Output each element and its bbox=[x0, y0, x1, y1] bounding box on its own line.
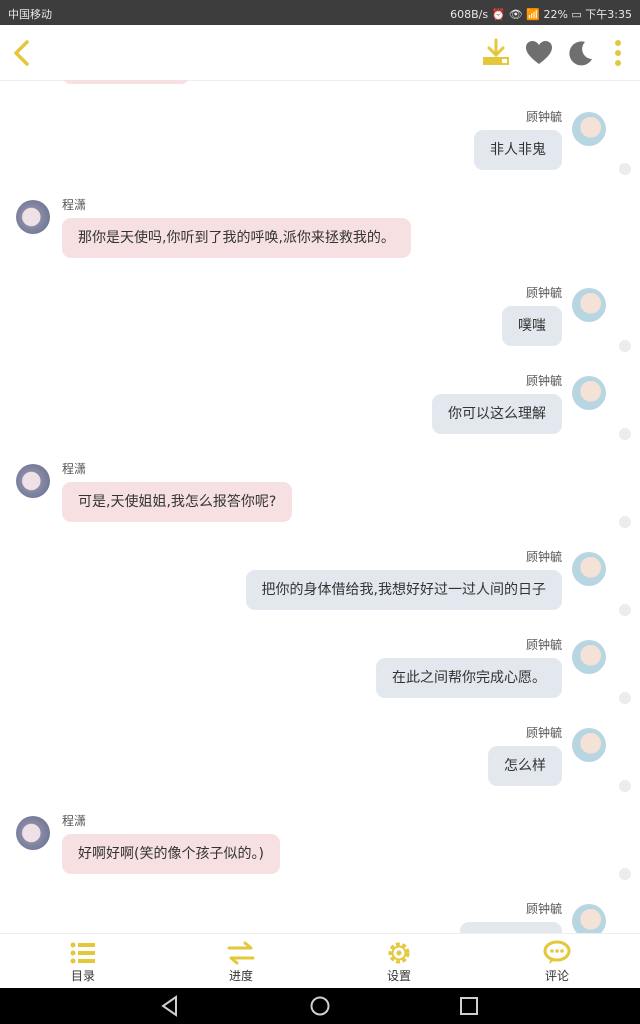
nav-item-comments[interactable]: 评论 bbox=[477, 934, 637, 989]
sender-name: 顾钟毓 bbox=[525, 110, 562, 124]
scroll-dot bbox=[619, 780, 631, 792]
avatar[interactable] bbox=[16, 200, 50, 234]
avatar[interactable] bbox=[572, 112, 606, 146]
sender-name: 顾钟毓 bbox=[525, 726, 562, 740]
avatar[interactable] bbox=[572, 552, 606, 586]
sender-name: 程潇 bbox=[62, 198, 87, 212]
chat-bubble-partial bbox=[62, 80, 190, 84]
avatar[interactable] bbox=[572, 288, 606, 322]
chat-bubble: 非人非鬼 bbox=[474, 130, 562, 170]
chat-bubble: 在此之间帮你完成心愿。 bbox=[376, 658, 562, 698]
sender-name: 顾钟毓 bbox=[525, 638, 562, 652]
bottom-nav: 目录 进度 设置 评论 bbox=[0, 933, 640, 989]
nav-label: 进度 bbox=[228, 969, 253, 983]
nav-item-settings[interactable]: 设置 bbox=[319, 934, 479, 989]
avatar[interactable] bbox=[16, 464, 50, 498]
comment-icon bbox=[543, 940, 571, 964]
avatar[interactable] bbox=[16, 816, 50, 850]
nav-item-progress[interactable]: 进度 bbox=[161, 934, 321, 989]
system-nav-bar bbox=[0, 988, 640, 1024]
chat-bubble: 把你的身体借给我,我想好好过一过人间的日子 bbox=[245, 570, 562, 610]
moon-icon[interactable] bbox=[562, 35, 598, 71]
carrier-label: 中国移动 bbox=[8, 8, 52, 21]
chat-bubble: 那你是天使吗,你听到了我的呼唤,派你来拯救我的。 bbox=[62, 218, 411, 258]
scroll-dot bbox=[619, 604, 631, 616]
scroll-dot bbox=[619, 516, 631, 528]
avatar[interactable] bbox=[572, 904, 606, 933]
chat-bubble: 你可以这么理解 bbox=[432, 394, 562, 434]
home-circle-icon[interactable] bbox=[308, 994, 332, 1018]
chat-bubble: 可是,天使姐姐,我怎么报答你呢? bbox=[62, 482, 293, 522]
back-icon[interactable] bbox=[4, 35, 40, 71]
sender-name: 顾钟毓 bbox=[525, 550, 562, 564]
top-bar bbox=[0, 25, 640, 81]
back-triangle-icon[interactable] bbox=[158, 994, 182, 1018]
sender-name: 程潇 bbox=[62, 462, 87, 476]
avatar[interactable] bbox=[572, 640, 606, 674]
status-icons-time: 608B/s ⏰ 👁 📶 22% ▭ 下午3:35 bbox=[450, 8, 632, 21]
sender-name: 顾钟毓 bbox=[525, 902, 562, 916]
sender-name: 顾钟毓 bbox=[525, 286, 562, 300]
download-icon[interactable] bbox=[478, 35, 514, 71]
recents-square-icon[interactable] bbox=[457, 994, 481, 1018]
heart-icon[interactable] bbox=[521, 35, 557, 71]
nav-label: 设置 bbox=[386, 969, 411, 983]
chat-bubble: 怎么样 bbox=[488, 746, 562, 786]
scroll-dot bbox=[619, 692, 631, 704]
sender-name: 程潇 bbox=[62, 814, 87, 828]
chat-bubble: 好啊好啊(笑的像个孩子似的。) bbox=[62, 834, 280, 874]
scroll-dot bbox=[619, 428, 631, 440]
scroll-dot bbox=[619, 163, 631, 175]
avatar[interactable] bbox=[572, 728, 606, 762]
sender-name: 顾钟毓 bbox=[525, 374, 562, 388]
chat-list[interactable]: 顾钟毓 非人非鬼 程潇 那你是天使吗,你听到了我的呼唤,派你来拯救我的。 顾钟毓… bbox=[0, 80, 640, 933]
scroll-dot bbox=[619, 868, 631, 880]
scroll-dot bbox=[619, 340, 631, 352]
swap-icon bbox=[227, 941, 255, 965]
avatar[interactable] bbox=[572, 376, 606, 410]
nav-label: 评论 bbox=[544, 969, 569, 983]
nav-label: 目录 bbox=[70, 969, 95, 983]
gear-icon bbox=[388, 942, 410, 964]
chat-bubble: 噗嗤 bbox=[502, 306, 562, 346]
chat-bubble bbox=[460, 922, 562, 933]
more-icon[interactable] bbox=[600, 35, 636, 71]
status-bar: 中国移动 608B/s ⏰ 👁 📶 22% ▭ 下午3:35 bbox=[0, 0, 640, 25]
nav-item-catalog[interactable]: 目录 bbox=[3, 934, 163, 989]
list-icon bbox=[70, 942, 95, 964]
